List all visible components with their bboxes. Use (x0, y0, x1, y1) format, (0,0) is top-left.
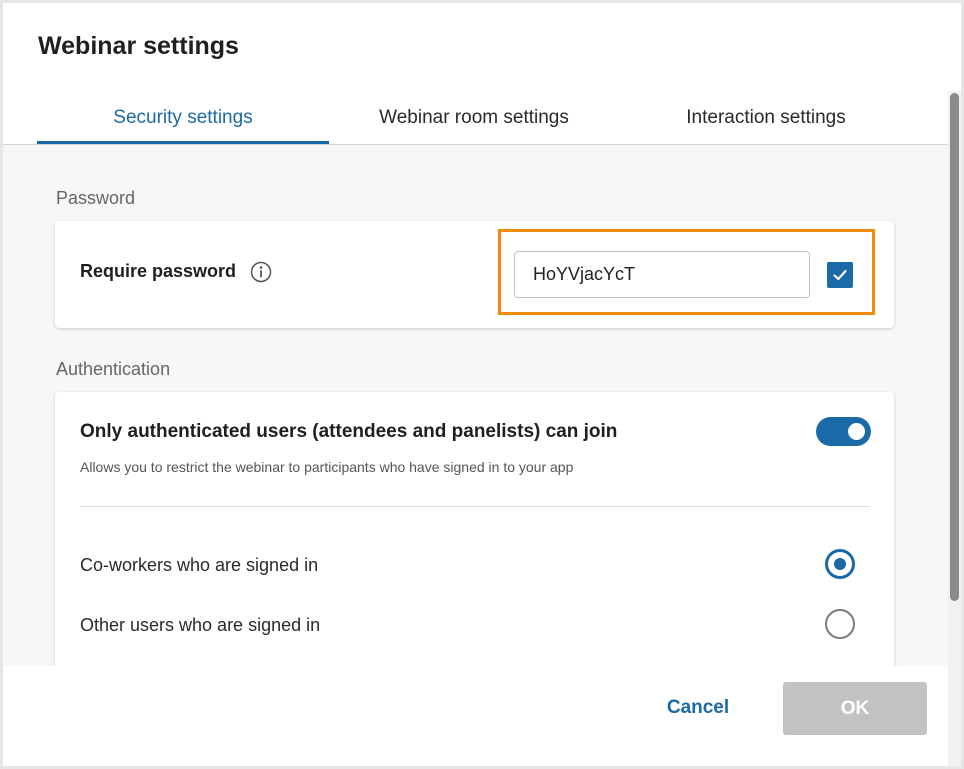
require-password-label: Require password (80, 261, 237, 281)
authentication-card: Only authenticated users (attendees and … (55, 392, 894, 666)
tab-bar: Security settings Webinar room settings … (3, 95, 961, 145)
only-authenticated-description: Allows you to restrict the webinar to pa… (80, 459, 574, 475)
cancel-button[interactable]: Cancel (648, 686, 748, 730)
password-section-heading: Password (56, 188, 136, 208)
coworkers-radio[interactable] (825, 549, 855, 579)
tab-webinar-room-settings[interactable]: Webinar room settings (329, 95, 619, 143)
only-authenticated-toggle[interactable] (816, 417, 871, 446)
ok-button[interactable]: OK (783, 682, 927, 735)
only-authenticated-title: Only authenticated users (attendees and … (80, 421, 618, 442)
password-input[interactable] (514, 251, 810, 298)
info-icon[interactable] (250, 261, 272, 283)
coworkers-option-label: Co-workers who are signed in (80, 555, 319, 575)
authentication-section-heading: Authentication (56, 359, 171, 379)
divider (80, 506, 870, 507)
settings-content: Password Require password Authentication… (3, 145, 948, 666)
toggle-knob (848, 423, 865, 440)
password-card: Require password (55, 221, 894, 328)
checkmark-icon (833, 269, 847, 281)
other-users-option-label: Other users who are signed in (80, 615, 321, 635)
scrollbar[interactable] (948, 91, 961, 766)
require-password-checkbox[interactable] (827, 262, 853, 288)
tab-security-settings[interactable]: Security settings (37, 95, 329, 144)
webinar-settings-dialog: Webinar settings Security settings Webin… (3, 3, 961, 766)
dialog-title: Webinar settings (38, 32, 239, 60)
scrollbar-thumb[interactable] (950, 93, 959, 601)
tab-interaction-settings[interactable]: Interaction settings (619, 95, 913, 143)
other-users-radio[interactable] (825, 609, 855, 639)
